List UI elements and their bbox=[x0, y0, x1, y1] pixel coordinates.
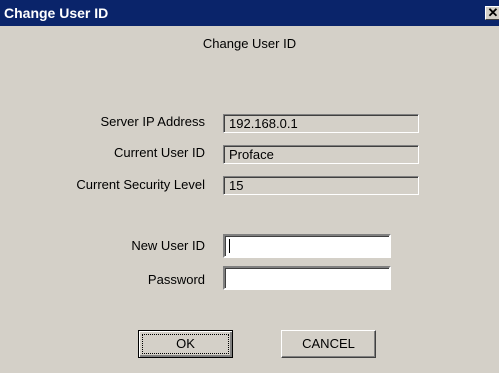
new-user-id-label: New User ID bbox=[131, 238, 205, 253]
server-ip-field: 192.168.0.1 bbox=[223, 114, 419, 133]
cancel-button-label: CANCEL bbox=[302, 336, 355, 351]
current-user-id-field: Proface bbox=[223, 145, 419, 164]
server-ip-label: Server IP Address bbox=[100, 114, 205, 129]
password-input[interactable] bbox=[223, 266, 391, 290]
security-level-label: Current Security Level bbox=[76, 177, 205, 192]
new-user-id-input[interactable] bbox=[223, 234, 391, 258]
ok-button[interactable]: OK bbox=[138, 330, 233, 358]
current-user-id-label: Current User ID bbox=[113, 145, 205, 160]
title-bar[interactable]: Change User ID ✕ bbox=[0, 0, 499, 26]
close-icon: ✕ bbox=[487, 5, 499, 20]
window-title: Change User ID bbox=[4, 5, 109, 21]
security-level-field: 15 bbox=[223, 176, 419, 195]
focus-rect bbox=[142, 334, 229, 354]
cancel-button[interactable]: CANCEL bbox=[281, 330, 376, 358]
dialog-heading: Change User ID bbox=[202, 36, 297, 51]
password-label: Password bbox=[147, 272, 205, 287]
text-caret bbox=[229, 239, 230, 253]
change-user-id-dialog: Change User ID ✕ Change User ID Server I… bbox=[0, 0, 499, 373]
close-button[interactable]: ✕ bbox=[485, 6, 499, 20]
